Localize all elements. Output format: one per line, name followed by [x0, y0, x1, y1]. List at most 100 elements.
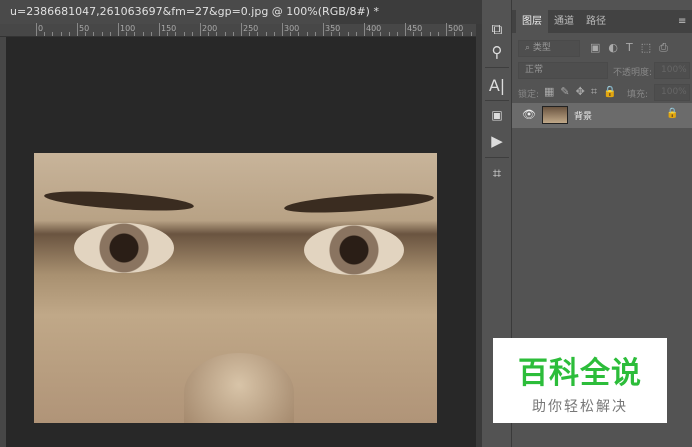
ruler-tick — [52, 32, 54, 36]
opacity-label: 不透明度: — [613, 68, 653, 78]
ruler-tick — [437, 32, 439, 36]
canvas-area[interactable] — [6, 37, 476, 447]
panel-menu-icon[interactable]: ≡ — [672, 10, 692, 33]
filter-icons[interactable]: ▣◐T⬚⎙ — [590, 41, 690, 55]
eye-icon[interactable]: 👁 — [522, 108, 536, 121]
fill-input[interactable]: 100% — [654, 84, 690, 101]
ruler-tick — [372, 32, 374, 36]
layer-name: 背景 — [574, 112, 593, 122]
divider — [485, 157, 509, 158]
ruler-tick-label: 0 — [38, 24, 44, 33]
divider — [485, 100, 509, 101]
ruler-tick — [118, 23, 119, 36]
ruler-tick — [216, 32, 218, 36]
ruler-tick — [421, 32, 423, 36]
ruler-tick — [306, 32, 308, 36]
tab-layers[interactable]: 图层 — [516, 10, 548, 33]
ruler-tick — [355, 32, 357, 36]
stamp-icon[interactable]: ⚲ — [482, 43, 512, 61]
eye-right — [304, 225, 404, 275]
ruler-tick — [273, 32, 275, 36]
ruler-tick — [454, 32, 456, 36]
ruler-tick — [323, 23, 324, 36]
tab-paths[interactable]: 路径 — [580, 10, 612, 33]
ruler-tick — [142, 32, 144, 36]
crop-icon[interactable]: ⌗ — [482, 164, 512, 182]
ruler-tick — [191, 32, 193, 36]
document-tab[interactable]: u=2386681047,261063697&fm=27&gp=0.jpg @ … — [0, 0, 379, 24]
ruler-tick-label: 400 — [366, 24, 382, 33]
document-tab-bar: u=2386681047,261063697&fm=27&gp=0.jpg @ … — [0, 0, 482, 24]
panel-tabs: 图层 通道 路径 ≡ — [512, 10, 692, 33]
ruler-tick — [232, 32, 234, 36]
character-icon[interactable]: A| — [482, 76, 512, 95]
3d-icon[interactable]: ▣ — [482, 108, 512, 122]
ruler-tick — [470, 32, 472, 36]
ruler-tick — [60, 32, 62, 36]
lock-icon: 🔒 — [666, 108, 679, 119]
opacity-input[interactable]: 100% — [654, 62, 690, 79]
ruler-tick — [429, 32, 431, 36]
ruler-tick — [93, 32, 95, 36]
document-image — [34, 153, 437, 423]
ruler-tick — [200, 23, 201, 36]
document-title: u=2386681047,261063697&fm=27&gp=0.jpg @ … — [10, 5, 379, 18]
ruler-tick — [282, 23, 283, 36]
ruler-tick — [462, 32, 464, 36]
eyebrow-right — [283, 189, 435, 217]
watermark: 百科全说 助你轻松解决 — [493, 338, 667, 423]
ruler-tick — [224, 32, 226, 36]
ruler-tick — [77, 23, 78, 36]
ruler-tick-label: 150 — [161, 24, 177, 33]
ruler-tick — [68, 32, 70, 36]
lock-icons[interactable]: ▦✎✥⌗🔒 — [544, 85, 623, 99]
ruler-tick — [101, 32, 103, 36]
watermark-subtitle: 助你轻松解决 — [532, 399, 628, 415]
ruler-tick — [314, 32, 316, 36]
ruler-tick — [298, 32, 300, 36]
ruler-tick-label: 450 — [407, 24, 423, 33]
ruler-tick — [208, 32, 210, 36]
nose — [184, 353, 294, 423]
ruler-tick — [249, 32, 251, 36]
ruler-tick — [290, 32, 292, 36]
ruler-tick — [150, 32, 152, 36]
ruler-tick — [159, 23, 160, 36]
ruler-tick-label: 200 — [202, 24, 218, 33]
ruler-tick — [413, 32, 415, 36]
ruler-tick — [331, 32, 333, 36]
ruler-tick-label: 100 — [120, 24, 136, 33]
lock-label: 锁定: — [518, 90, 540, 100]
blend-mode-value: 正常 — [525, 65, 544, 75]
ruler-tick-label: 300 — [284, 24, 300, 33]
ruler-tick — [134, 32, 136, 36]
eyebrow-left — [43, 187, 195, 215]
ruler-tick — [241, 23, 242, 36]
ruler-tick — [44, 32, 46, 36]
ruler-tick-label: 250 — [243, 24, 259, 33]
filter-type-select[interactable]: ⌕ 类型 — [518, 40, 580, 57]
ruler-tick — [183, 32, 185, 36]
watermark-title: 百科全说 — [518, 356, 642, 391]
ruler-tick — [364, 23, 365, 36]
play-icon[interactable]: ▶ — [482, 132, 512, 150]
ruler-tick — [396, 32, 398, 36]
puzzle-icon[interactable]: ⧉ — [482, 20, 512, 38]
ruler-tick — [446, 23, 447, 36]
tab-channels[interactable]: 通道 — [548, 10, 580, 33]
divider — [485, 67, 509, 68]
ruler-tick — [339, 32, 341, 36]
ruler-tick — [265, 32, 267, 36]
layer-thumbnail — [542, 106, 568, 124]
ruler-tick — [380, 32, 382, 36]
filter-label: 类型 — [532, 43, 551, 53]
layer-row[interactable]: 👁 背景 🔒 — [512, 103, 692, 128]
ruler-tick — [257, 32, 259, 36]
ruler-tick — [167, 32, 169, 36]
ruler-tick — [388, 32, 390, 36]
ruler-tick-label: 50 — [79, 24, 90, 33]
horizontal-ruler: 0 50 100 150 200 250 300 350 400 450 500 — [0, 23, 482, 37]
ruler-tick-label: 350 — [325, 24, 341, 33]
blend-mode-select[interactable]: 正常 — [518, 62, 608, 79]
ruler-tick — [36, 23, 37, 36]
